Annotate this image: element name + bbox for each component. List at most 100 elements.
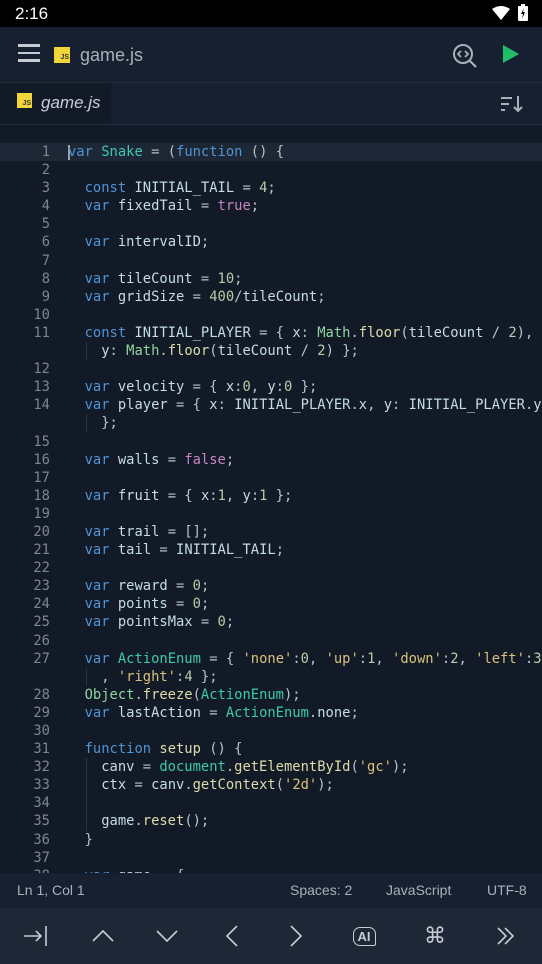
code-line[interactable]: 12 <box>0 360 542 378</box>
code-line[interactable]: 9 var gridSize = 400/tileCount; <box>0 288 542 306</box>
cursor-position[interactable]: Ln 1, Col 1 <box>17 882 85 898</box>
code-line[interactable]: 28 Object.freeze(ActionEnum); <box>0 686 542 704</box>
code-token: ( <box>400 324 409 341</box>
code-line[interactable]: 27 var ActionEnum = { 'none':0, 'up':1, … <box>0 650 542 668</box>
code-line[interactable]: 19 <box>0 505 542 523</box>
line-number: 16 <box>33 451 50 468</box>
arrow-right-icon[interactable] <box>282 922 310 950</box>
code-token: getContext <box>192 777 276 794</box>
code-line[interactable]: 31 function setup () { <box>0 740 542 758</box>
code-line[interactable]: 10 <box>0 306 542 324</box>
code-token: var <box>68 487 110 504</box>
code-token: ) }; <box>325 343 359 360</box>
arrow-up-icon[interactable] <box>89 922 117 950</box>
code-token: : <box>358 650 368 667</box>
encoding[interactable]: UTF-8 <box>487 882 527 898</box>
code-line[interactable]: 21 var tail = INITIAL_TAIL; <box>0 541 542 559</box>
code-line[interactable]: y: Math.floor(tileCount / 2) }; <box>0 342 542 361</box>
code-token: 2 <box>450 650 459 667</box>
code-line[interactable]: 2 <box>0 161 542 179</box>
code-line[interactable]: 30 <box>0 722 542 740</box>
code-line[interactable]: 17 <box>0 469 542 487</box>
code-line[interactable]: 13 var velocity = { x:0, y:0 }; <box>0 378 542 396</box>
code-text: var pointsMax = 0; <box>68 613 235 631</box>
sort-icon[interactable] <box>500 95 524 113</box>
code-line[interactable]: 36 } <box>0 831 542 849</box>
code-line[interactable]: 15 <box>0 433 542 451</box>
code-line[interactable]: 37 <box>0 849 542 867</box>
code-line[interactable]: 16 var walls = false; <box>0 451 542 469</box>
code-line[interactable]: 20 var trail = []; <box>0 523 542 541</box>
code-line[interactable]: 1 var Snake = (function () { <box>0 143 542 162</box>
code-search-icon[interactable] <box>452 43 478 69</box>
code-token: fruit <box>109 487 160 504</box>
code-line[interactable]: }; <box>0 414 542 433</box>
code-line[interactable]: 29 var lastAction = ActionEnum.none; <box>0 704 542 722</box>
indent-guide <box>86 794 87 813</box>
code-token: = <box>151 542 177 559</box>
code-line[interactable]: 34 <box>0 794 542 813</box>
code-token: ( <box>275 777 285 794</box>
code-token: false <box>184 451 226 468</box>
line-number: 8 <box>41 270 50 287</box>
code-token: var <box>68 704 110 721</box>
code-token: var <box>68 397 110 414</box>
code-token: ; <box>234 270 243 287</box>
code-line[interactable]: 23 var reward = 0; <box>0 577 542 595</box>
code-line[interactable]: 18 var fruit = { x:1, y:1 }; <box>0 487 542 505</box>
code-text: var fruit = { x:1, y:1 }; <box>68 487 293 505</box>
code-token: ); <box>391 759 409 776</box>
code-token: ), <box>516 324 534 341</box>
language-mode[interactable]: JavaScript <box>386 882 451 898</box>
code-line[interactable]: 8 var tileCount = 10; <box>0 270 542 288</box>
code-token: tileCount <box>109 270 193 287</box>
run-play-icon[interactable] <box>502 44 520 64</box>
code-line[interactable]: , 'right':4 }; <box>0 667 542 686</box>
tab-key-icon[interactable] <box>22 922 50 950</box>
code-line[interactable]: 14 var player = { x: INITIAL_PLAYER.x, y… <box>0 396 542 414</box>
code-token: : <box>109 343 127 360</box>
code-line[interactable]: 6 var intervalID; <box>0 233 542 251</box>
code-line[interactable]: 5 <box>0 215 542 233</box>
line-number: 25 <box>33 614 50 631</box>
indentation-setting[interactable]: Spaces: 2 <box>290 882 352 898</box>
code-line[interactable]: 4 var fixedTail = true; <box>0 197 542 215</box>
code-line[interactable]: 3 const INITIAL_TAIL = 4; <box>0 179 542 197</box>
code-token: trail <box>109 523 160 540</box>
arrow-down-icon[interactable] <box>153 922 181 950</box>
arrow-left-icon[interactable] <box>218 922 246 950</box>
tab-game-js[interactable]: JS game.js <box>0 83 111 124</box>
code-line[interactable]: 26 <box>0 632 542 650</box>
keyboard-toolbar: AI ⌘ <box>0 908 542 964</box>
code-token: y <box>267 379 276 396</box>
code-text: var ActionEnum = { 'none':0, 'up':1, 'do… <box>68 650 542 668</box>
menu-icon[interactable] <box>18 44 40 62</box>
code-text: y: Math.floor(tileCount / 2) }; <box>68 342 359 360</box>
code-token: (); <box>184 813 210 830</box>
code-token: 'down' <box>392 650 442 667</box>
line-number: 3 <box>41 180 50 197</box>
code-line[interactable]: 25 var pointsMax = 0; <box>0 613 542 631</box>
code-text: var player = { x: INITIAL_PLAYER.x, y: I… <box>68 396 542 414</box>
code-line[interactable]: 22 <box>0 559 542 577</box>
double-chevron-right-icon[interactable] <box>492 922 520 950</box>
code-token: 'right' <box>117 668 176 685</box>
code-editor[interactable]: 1 var Snake = (function () {2 3 const INIT… <box>0 143 542 873</box>
code-line[interactable]: 11 const INITIAL_PLAYER = { x: Math.floo… <box>0 324 542 342</box>
code-token: INITIAL_PLAYER <box>408 397 525 414</box>
code-line[interactable]: 24 var points = 0; <box>0 595 542 613</box>
app-bar: JS game.js <box>0 27 542 83</box>
code-line[interactable]: 32 canv = document.getElementById('gc'); <box>0 758 542 777</box>
command-icon[interactable]: ⌘ <box>421 922 449 950</box>
code-token: document <box>159 759 226 776</box>
code-line[interactable]: 7 <box>0 252 542 270</box>
code-token: ActionEnum <box>200 686 284 703</box>
code-line[interactable]: 35 game.reset(); <box>0 812 542 831</box>
code-token: x <box>209 397 218 414</box>
code-line[interactable]: 33 ctx = canv.getContext('2d'); <box>0 776 542 795</box>
ai-assistant-button[interactable]: AI <box>348 922 380 950</box>
code-token: : <box>209 487 218 504</box>
line-number: 33 <box>33 777 50 794</box>
line-number: 19 <box>33 505 50 522</box>
code-token: . <box>134 686 143 703</box>
